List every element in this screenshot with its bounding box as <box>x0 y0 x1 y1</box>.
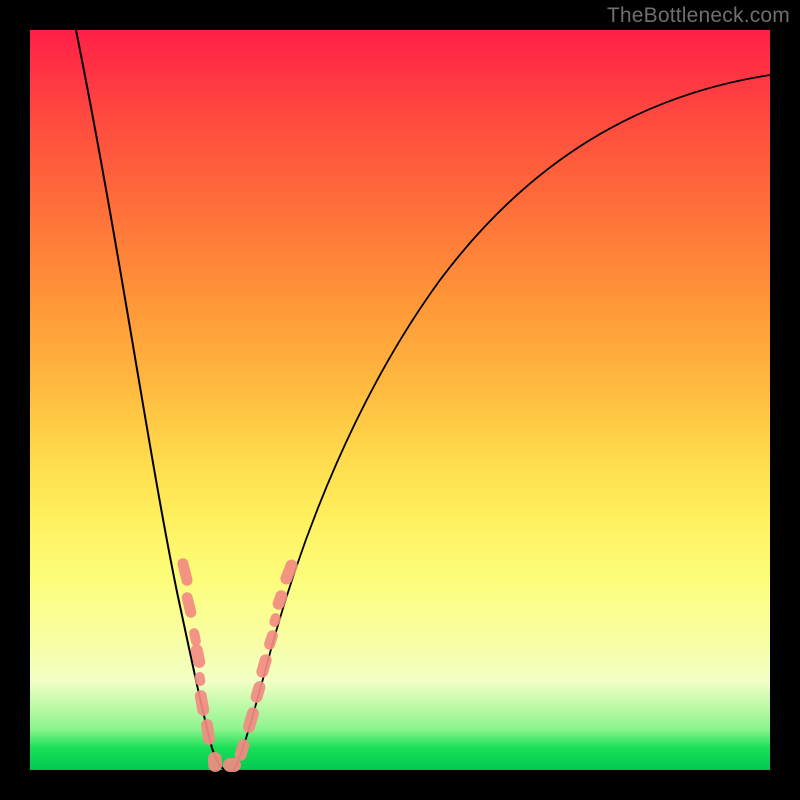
data-marker <box>194 671 206 687</box>
data-marker <box>207 752 222 773</box>
marker-layer <box>176 557 299 772</box>
data-marker <box>242 706 261 734</box>
curve-right <box>233 75 770 770</box>
plot-area <box>30 30 770 770</box>
chart-frame: TheBottleneck.com <box>0 0 800 800</box>
chart-svg <box>30 30 770 770</box>
data-marker <box>249 680 267 704</box>
watermark-text: TheBottleneck.com <box>607 4 790 28</box>
data-marker <box>263 629 280 651</box>
data-marker <box>200 718 216 745</box>
data-marker <box>181 591 198 619</box>
data-marker <box>255 653 273 679</box>
data-marker <box>271 589 289 612</box>
data-marker <box>279 558 300 587</box>
data-marker <box>194 689 210 717</box>
data-marker <box>188 627 202 647</box>
data-marker <box>176 557 193 587</box>
data-marker <box>268 612 282 629</box>
